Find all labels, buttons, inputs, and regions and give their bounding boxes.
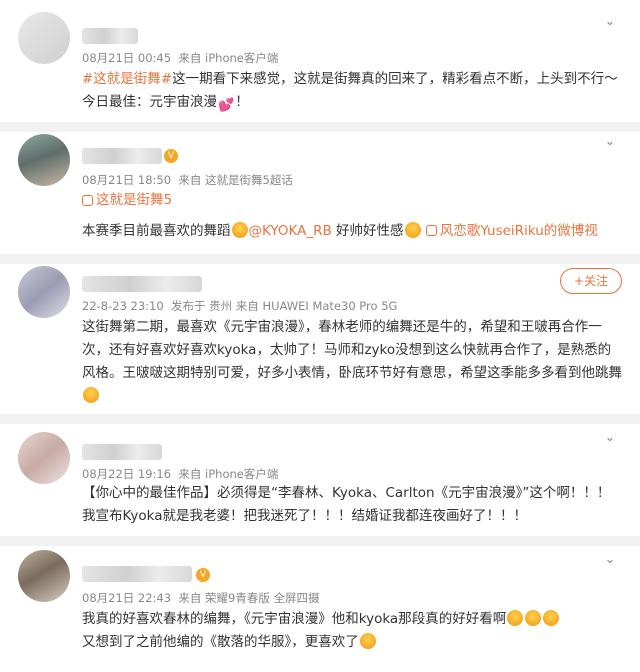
post-text-end: ！ bbox=[235, 94, 249, 110]
separator bbox=[0, 122, 640, 132]
post-content: #这就是街舞#这一期看下来感觉，这就是街舞真的回来了，精彩看点不断，上头到不行～… bbox=[82, 68, 622, 117]
avatar[interactable] bbox=[18, 134, 70, 186]
heart-emoji-icon: 💕 bbox=[218, 98, 235, 113]
post-5: V 08月21日 22:43 来自 荣耀9青春版 全屏四摄 ⌄ 我真的好喜欢春林… bbox=[0, 546, 640, 672]
video-link[interactable]: 风恋歌YuseiRiku的微博视 bbox=[425, 223, 598, 239]
post-text-line-2: 又想到了之前他编的《散落的华服》，更喜欢了 bbox=[82, 631, 622, 654]
post-meta: 08月21日 22:43 来自 荣耀9青春版 全屏四摄 bbox=[82, 590, 320, 606]
post-source: 发布于 贵州 来自 HUAWEI Mate30 Pro 5G bbox=[171, 299, 398, 313]
username-blurred[interactable] bbox=[82, 148, 162, 164]
username-blurred[interactable] bbox=[82, 566, 192, 582]
vip-badge-icon: V bbox=[164, 149, 178, 163]
love-emoji-icon bbox=[404, 222, 421, 238]
post-text: 我真的好喜欢春林的编舞，《元宇宙浪漫》他和kyoka那段真的好好看啊 bbox=[82, 611, 507, 627]
supertopic-label: 这就是街舞5 bbox=[96, 192, 173, 208]
avatar[interactable] bbox=[18, 550, 70, 602]
separator bbox=[0, 536, 640, 546]
vip-badge-icon: V bbox=[196, 568, 210, 582]
post-text-2: 好帅好性感 bbox=[331, 223, 404, 239]
topic-row: 这就是街舞5 bbox=[82, 189, 622, 214]
video-link-label: 风恋歌YuseiRiku的微博视 bbox=[439, 223, 598, 239]
post-meta: 08月21日 00:45 来自 iPhone客户端 bbox=[82, 50, 278, 66]
avatar[interactable] bbox=[18, 432, 70, 484]
post-source: 来自 荣耀9青春版 全屏四摄 bbox=[178, 591, 320, 605]
post-source: 来自 这就是街舞5超话 bbox=[178, 173, 293, 187]
separator bbox=[0, 414, 640, 424]
post-text-row: 本赛季目前最喜欢的舞蹈 @KYOKA_RB 好帅好性感 风恋歌YuseiRiku的… bbox=[82, 220, 622, 243]
post-meta: 08月21日 18:50 来自 这就是街舞5超话 bbox=[82, 172, 293, 188]
video-icon bbox=[425, 225, 437, 236]
dance-emoji-icon bbox=[83, 387, 99, 403]
chevron-down-icon[interactable]: ⌄ bbox=[602, 14, 618, 30]
post-time[interactable]: 08月22日 19:16 bbox=[82, 467, 171, 481]
avatar[interactable] bbox=[18, 12, 70, 64]
post-content: 【你心中的最佳作品】必须得是“李春林、Kyoka、Carlton《元宇宙浪漫》”… bbox=[82, 482, 622, 528]
post-4: 08月22日 19:16 来自 iPhone客户端 ⌄ 【你心中的最佳作品】必须… bbox=[0, 424, 640, 534]
post-text-2: 又想到了之前他编的《散落的华服》，更喜欢了 bbox=[82, 634, 359, 650]
smile-emoji-icon bbox=[231, 222, 248, 238]
post-time[interactable]: 08月21日 18:50 bbox=[82, 173, 171, 187]
separator bbox=[0, 254, 640, 264]
hashtag-link[interactable]: #这就是街舞# bbox=[82, 71, 172, 87]
post-content: 我真的好喜欢春林的编舞，《元宇宙浪漫》他和kyoka那段真的好好看啊 又想到了之… bbox=[82, 608, 622, 654]
post-meta: 08月22日 19:16 来自 iPhone客户端 bbox=[82, 466, 278, 482]
post-text: 这街舞第二期，最喜欢《元宇宙浪漫》，春林老师的编舞还是牛的，希望和王啵再合作一次… bbox=[82, 319, 622, 381]
post-text-line-1: 我真的好喜欢春林的编舞，《元宇宙浪漫》他和kyoka那段真的好好看啊 bbox=[82, 608, 622, 631]
post-3: +关注 22-8-23 23:10 发布于 贵州 来自 HUAWEI Mate3… bbox=[0, 264, 640, 414]
cry-emoji-icon bbox=[543, 610, 560, 626]
post-text: 【你心中的最佳作品】必须得是“李春林、Kyoka、Carlton《元宇宙浪漫》”… bbox=[82, 485, 611, 524]
follow-button[interactable]: +关注 bbox=[560, 268, 622, 294]
cry-emoji-icon bbox=[359, 633, 376, 649]
post-time[interactable]: 22-8-23 23:10 bbox=[82, 299, 164, 313]
username-blurred[interactable] bbox=[82, 444, 162, 460]
cry-emoji-icon bbox=[507, 610, 524, 626]
post-text: 本赛季目前最喜欢的舞蹈 bbox=[82, 223, 231, 239]
post-source: 来自 iPhone客户端 bbox=[178, 51, 279, 65]
chevron-down-icon[interactable]: ⌄ bbox=[602, 134, 618, 150]
supertopic-icon bbox=[82, 195, 93, 206]
supertopic-link[interactable]: 这就是街舞5 bbox=[82, 189, 172, 212]
post-content: 这街舞第二期，最喜欢《元宇宙浪漫》，春林老师的编舞还是牛的，希望和王啵再合作一次… bbox=[82, 316, 622, 408]
username-blurred[interactable] bbox=[82, 276, 202, 292]
post-1: 08月21日 00:45 来自 iPhone客户端 ⌄ #这就是街舞#这一期看下… bbox=[0, 0, 640, 128]
mention-link[interactable]: @KYOKA_RB bbox=[249, 223, 332, 239]
post-time[interactable]: 08月21日 22:43 bbox=[82, 591, 171, 605]
chevron-down-icon[interactable]: ⌄ bbox=[602, 552, 618, 568]
post-2: V 08月21日 18:50 来自 这就是街舞5超话 ⌄ 这就是街舞5 本赛季目… bbox=[0, 132, 640, 260]
post-source: 来自 iPhone客户端 bbox=[178, 467, 279, 481]
avatar[interactable] bbox=[18, 266, 70, 318]
chevron-down-icon[interactable]: ⌄ bbox=[602, 430, 618, 446]
post-content: 这就是街舞5 本赛季目前最喜欢的舞蹈 @KYOKA_RB 好帅好性感 风恋歌Yus… bbox=[82, 189, 622, 243]
username-blurred[interactable] bbox=[82, 28, 138, 44]
post-time[interactable]: 08月21日 00:45 bbox=[82, 51, 171, 65]
post-meta: 22-8-23 23:10 发布于 贵州 来自 HUAWEI Mate30 Pr… bbox=[82, 298, 397, 314]
cry-emoji-icon bbox=[525, 610, 542, 626]
